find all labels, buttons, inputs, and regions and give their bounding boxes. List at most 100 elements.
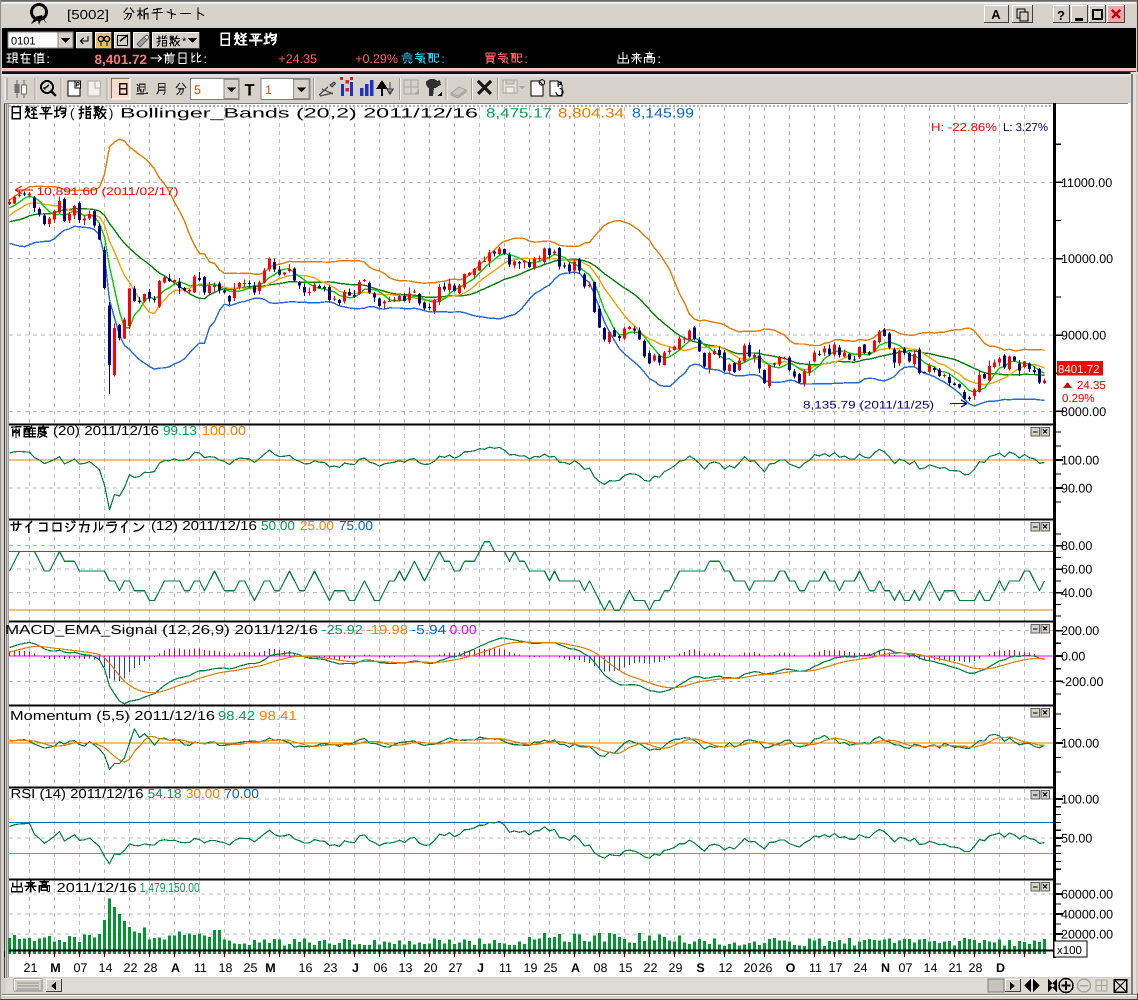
svg-text:12: 12 [719, 961, 733, 975]
svg-text:54.18: 54.18 [148, 786, 182, 801]
svg-text:29: 29 [669, 961, 683, 975]
svg-text:50.00: 50.00 [261, 518, 295, 533]
svg-text:8,401.72: 8,401.72 [94, 52, 147, 67]
svg-text:L: 3.27%: L: 3.27% [1003, 122, 1048, 134]
svg-text:-19.98: -19.98 [366, 622, 408, 637]
svg-text:70.00: 70.00 [224, 786, 259, 801]
svg-text:0101: 0101 [11, 36, 35, 48]
svg-text:A: A [571, 961, 580, 975]
svg-text:H: -22.86%: H: -22.86% [931, 122, 997, 134]
svg-text:8000.00: 8000.00 [1061, 405, 1106, 419]
svg-text:19: 19 [524, 961, 538, 975]
svg-text::: : [524, 52, 527, 66]
svg-text:-200.00: -200.00 [1061, 675, 1103, 689]
svg-text:8,145.99: 8,145.99 [632, 106, 694, 121]
svg-text:+24.35: +24.35 [278, 52, 317, 66]
svg-text:(20) 2011/12/16: (20) 2011/12/16 [53, 423, 159, 438]
svg-text:14: 14 [924, 961, 938, 975]
svg-text:40000.00: 40000.00 [1061, 908, 1113, 922]
svg-text:98.42: 98.42 [218, 708, 255, 723]
svg-text:[5002]: [5002] [67, 7, 109, 22]
svg-text:0.29%: 0.29% [1062, 393, 1095, 405]
svg-text:(: ( [70, 106, 75, 121]
svg-text:22: 22 [644, 961, 658, 975]
svg-text:21: 21 [949, 961, 963, 975]
svg-text:5: 5 [194, 83, 201, 97]
svg-text:20: 20 [424, 961, 438, 975]
svg-text:Momentum (5,5) 2011/12/16: Momentum (5,5) 2011/12/16 [10, 708, 215, 723]
svg-text:(12) 2011/12/16: (12) 2011/12/16 [151, 518, 257, 533]
svg-text:23: 23 [324, 961, 338, 975]
svg-text:N: N [881, 961, 890, 975]
svg-text:18: 18 [219, 961, 233, 975]
svg-text:13: 13 [399, 961, 413, 975]
svg-text:?: ? [1057, 8, 1065, 23]
svg-text:90.00: 90.00 [1061, 482, 1092, 496]
svg-text:J: J [352, 961, 359, 975]
svg-text:26: 26 [759, 961, 773, 975]
svg-text:8401.72: 8401.72 [1058, 364, 1100, 376]
svg-text:25.00: 25.00 [300, 518, 334, 533]
svg-text:M: M [265, 961, 275, 975]
svg-text:RSI (14) 2011/12/16: RSI (14) 2011/12/16 [11, 786, 144, 801]
svg-text:D: D [996, 961, 1005, 975]
svg-text:200.00: 200.00 [1061, 624, 1099, 638]
svg-text:11: 11 [194, 961, 207, 975]
svg-text:1: 1 [265, 83, 272, 97]
svg-text:28: 28 [144, 961, 158, 975]
svg-text:100.00: 100.00 [202, 423, 246, 438]
svg-text:60.00: 60.00 [1061, 563, 1092, 577]
svg-text:75.00: 75.00 [339, 518, 373, 533]
svg-text:M: M [50, 961, 60, 975]
svg-text:27: 27 [449, 961, 463, 975]
svg-text:): ) [109, 106, 113, 121]
svg-text:100.00: 100.00 [1061, 793, 1099, 807]
svg-text:25: 25 [544, 961, 558, 975]
svg-text::: : [441, 52, 444, 66]
svg-text:-5.94: -5.94 [411, 622, 446, 637]
svg-text:O: O [786, 961, 796, 975]
svg-text:17: 17 [829, 961, 843, 975]
svg-text:30.00: 30.00 [186, 786, 220, 801]
svg-text:40.00: 40.00 [1061, 586, 1092, 600]
svg-text:07: 07 [74, 961, 88, 975]
svg-text:P: P [557, 80, 563, 89]
svg-text:100.00: 100.00 [1061, 454, 1099, 468]
svg-text:20: 20 [744, 961, 758, 975]
svg-text::: : [46, 52, 49, 66]
svg-text:10000.00: 10000.00 [1061, 252, 1113, 266]
svg-text:11: 11 [499, 961, 512, 975]
svg-text:Bollinger_Bands (20,2) 2011/12: Bollinger_Bands (20,2) 2011/12/16 [120, 106, 478, 121]
svg-text:A: A [991, 7, 1001, 22]
svg-text:20000.00: 20000.00 [1061, 928, 1113, 942]
svg-text:16: 16 [299, 961, 313, 975]
svg-text:14: 14 [99, 961, 113, 975]
svg-text:MACD_EMA_Signal (12,26,9) 2011: MACD_EMA_Signal (12,26,9) 2011/12/16 [5, 622, 318, 637]
svg-text:x100: x100 [1057, 945, 1082, 957]
svg-text::: : [657, 52, 660, 66]
svg-text::: : [204, 52, 207, 66]
svg-text:1,479,150.00: 1,479,150.00 [140, 880, 200, 895]
svg-text:28: 28 [969, 961, 983, 975]
svg-text:0.00: 0.00 [450, 622, 477, 637]
svg-text:J: J [477, 961, 484, 975]
svg-text:8,804.34: 8,804.34 [558, 106, 625, 121]
svg-text:24.35: 24.35 [1077, 380, 1106, 392]
svg-text:+0.29%: +0.29% [355, 52, 398, 66]
svg-text:25: 25 [244, 961, 258, 975]
svg-text:11000.00: 11000.00 [1061, 176, 1112, 190]
svg-text:50.00: 50.00 [1061, 832, 1092, 846]
svg-text:9000.00: 9000.00 [1061, 329, 1106, 343]
svg-text:11: 11 [809, 961, 822, 975]
svg-text:T: T [245, 82, 255, 100]
svg-text:07: 07 [899, 961, 913, 975]
svg-text:2011/12/16: 2011/12/16 [57, 880, 137, 895]
svg-text:22: 22 [124, 961, 138, 975]
svg-text:A: A [171, 961, 180, 975]
svg-text:0.00: 0.00 [1061, 650, 1085, 664]
svg-text:-25.92: -25.92 [322, 622, 363, 637]
svg-text:99.13: 99.13 [163, 423, 197, 438]
svg-text:15: 15 [619, 961, 633, 975]
svg-text:24: 24 [854, 961, 868, 975]
svg-text:08: 08 [594, 961, 608, 975]
